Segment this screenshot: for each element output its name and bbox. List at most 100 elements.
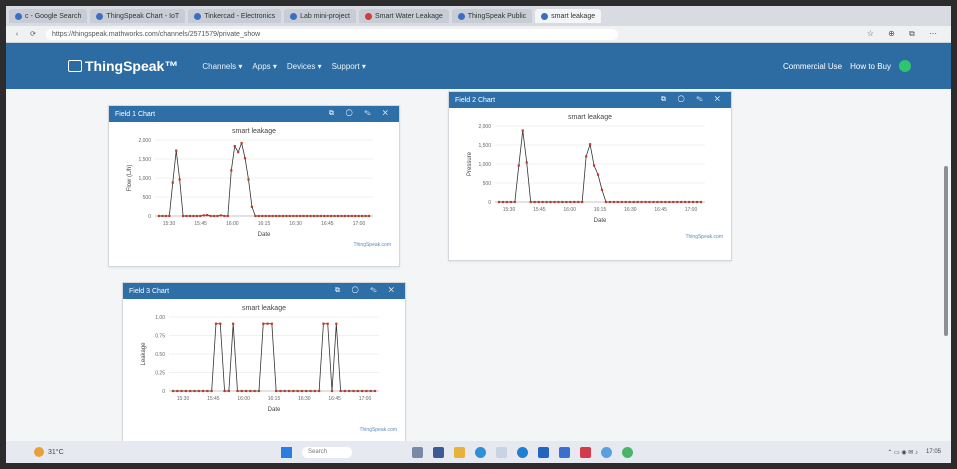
page-scrollbar[interactable] bbox=[944, 166, 948, 336]
data-point bbox=[195, 214, 198, 218]
data-point bbox=[600, 188, 604, 191]
data-point bbox=[253, 389, 256, 393]
panel-action-icons[interactable]: ⧉ ◯ ✎ ✕ bbox=[329, 110, 393, 118]
watermark[interactable]: ThingSpeak.com bbox=[685, 234, 723, 240]
chrome-icon[interactable] bbox=[517, 446, 528, 458]
data-point bbox=[680, 200, 683, 204]
browser-tab[interactable]: smart leakage bbox=[535, 9, 602, 23]
data-point bbox=[373, 389, 377, 393]
tab-favicon-icon bbox=[15, 12, 22, 20]
edge-icon[interactable] bbox=[475, 446, 486, 458]
data-point bbox=[230, 169, 233, 172]
reload-icon[interactable]: ⟳ bbox=[28, 30, 38, 38]
app-icon-green[interactable] bbox=[622, 446, 633, 458]
data-point bbox=[295, 214, 298, 218]
how-to-buy-link[interactable]: How to Buy bbox=[850, 62, 891, 71]
data-point bbox=[565, 200, 568, 204]
url-field[interactable]: https://thingspeak.mathworks.com/channel… bbox=[46, 28, 618, 40]
data-point bbox=[233, 144, 236, 148]
tab-favicon-icon bbox=[457, 12, 465, 20]
data-point bbox=[354, 214, 357, 218]
menu-apps[interactable]: Apps ▾ bbox=[252, 62, 276, 71]
data-point bbox=[270, 322, 273, 325]
start-icon[interactable] bbox=[281, 446, 292, 458]
data-point bbox=[275, 389, 278, 393]
tab-favicon-icon bbox=[290, 12, 298, 20]
watermark[interactable]: ThingSpeak.com bbox=[353, 242, 391, 248]
data-point bbox=[608, 200, 612, 204]
browser-tab[interactable]: c - Google Search bbox=[9, 9, 88, 23]
data-point bbox=[537, 200, 540, 204]
data-point bbox=[326, 322, 329, 325]
data-point bbox=[521, 129, 524, 132]
data-point bbox=[636, 200, 639, 204]
app-icon-red[interactable] bbox=[580, 446, 591, 458]
tab-label: c - Google Search bbox=[25, 12, 82, 20]
data-point bbox=[343, 389, 347, 393]
data-point bbox=[557, 200, 560, 204]
avatar[interactable] bbox=[899, 60, 911, 72]
data-point bbox=[361, 214, 364, 218]
data-point bbox=[210, 389, 213, 393]
data-point bbox=[664, 200, 667, 204]
browser-tab[interactable]: Lab mini-project bbox=[284, 9, 356, 23]
panel-action-icons[interactable]: ⧉ ◯ ✎ ✕ bbox=[661, 96, 725, 104]
tab-label: Tinkercad - Electronics bbox=[204, 12, 276, 20]
back-icon[interactable]: ‹ bbox=[12, 31, 22, 38]
data-point bbox=[356, 389, 359, 393]
browser-tab[interactable]: ThingSpeak Public bbox=[451, 9, 533, 23]
x-tick-label: 15:45 bbox=[207, 396, 220, 402]
data-point bbox=[688, 200, 691, 204]
data-point bbox=[164, 214, 167, 218]
browser-tab[interactable]: Tinkercad - Electronics bbox=[188, 9, 282, 23]
data-point bbox=[288, 214, 291, 218]
commercial-use-link[interactable]: Commercial Use bbox=[783, 62, 842, 71]
data-point bbox=[184, 389, 187, 393]
mail-icon[interactable] bbox=[559, 446, 570, 458]
x-tick-label: 15:30 bbox=[177, 396, 190, 402]
y-tick-label: 2,000 bbox=[478, 124, 491, 130]
clock[interactable]: 17:05 bbox=[926, 449, 941, 455]
tab-label: ThingSpeak Chart - IoT bbox=[106, 12, 180, 20]
data-point bbox=[188, 214, 192, 218]
data-point bbox=[285, 214, 288, 218]
store-icon[interactable] bbox=[538, 446, 549, 458]
data-point bbox=[261, 214, 264, 218]
app-icon-blue[interactable] bbox=[601, 446, 612, 458]
data-point bbox=[219, 322, 222, 325]
browser-toolbar-icons[interactable]: ☆ ⊕ ⧉ ⋯ bbox=[867, 29, 943, 39]
browser-tab[interactable]: ThingSpeak Chart - IoT bbox=[90, 9, 186, 23]
field-1-chart: 2,000 1,500 1,000 500 0 15:30 15:45 16:00 16:15 1… bbox=[127, 138, 373, 238]
task-view-icon[interactable] bbox=[433, 446, 444, 458]
taskbar-search[interactable]: Search bbox=[302, 446, 352, 458]
data-point bbox=[695, 200, 699, 204]
data-point bbox=[313, 389, 316, 393]
data-point bbox=[266, 322, 269, 325]
browser-tab[interactable]: Smart Water Leakage bbox=[358, 9, 449, 23]
widgets-icon[interactable] bbox=[412, 446, 423, 458]
weather-temp: 31°C bbox=[48, 448, 64, 456]
y-tick-label: 0.75 bbox=[155, 334, 165, 340]
data-point bbox=[501, 200, 505, 204]
thingspeak-logo[interactable]: ThingSpeak™ bbox=[68, 58, 178, 74]
panel-action-icons[interactable]: ⧉ ◯ ✎ ✕ bbox=[335, 287, 399, 295]
menu-devices[interactable]: Devices ▾ bbox=[287, 62, 322, 71]
system-tray[interactable]: ⌃ ▭ ◉ ✉ ♪ 17:05 bbox=[887, 449, 941, 456]
menu-channels[interactable]: Channels ▾ bbox=[202, 62, 242, 71]
data-point bbox=[249, 389, 252, 393]
file-explorer-icon[interactable] bbox=[454, 446, 465, 458]
series-line bbox=[173, 323, 375, 392]
data-point bbox=[292, 214, 295, 218]
y-tick-label: 0 bbox=[148, 214, 151, 220]
app-icon[interactable] bbox=[496, 446, 507, 458]
tray-icons[interactable]: ⌃ ▭ ◉ ✉ ♪ bbox=[887, 449, 918, 456]
data-point bbox=[361, 389, 364, 393]
data-point bbox=[640, 200, 643, 204]
menu-support[interactable]: Support ▾ bbox=[332, 62, 366, 71]
weather-widget[interactable]: 31°C bbox=[34, 447, 64, 457]
tab-label: smart leakage bbox=[551, 12, 596, 20]
watermark[interactable]: ThingSpeak.com bbox=[359, 427, 397, 433]
data-point bbox=[274, 214, 278, 218]
panel-header: Field 1 Chart ⧉ ◯ ✎ ✕ bbox=[109, 106, 399, 122]
y-tick-label: 1,000 bbox=[138, 176, 151, 182]
